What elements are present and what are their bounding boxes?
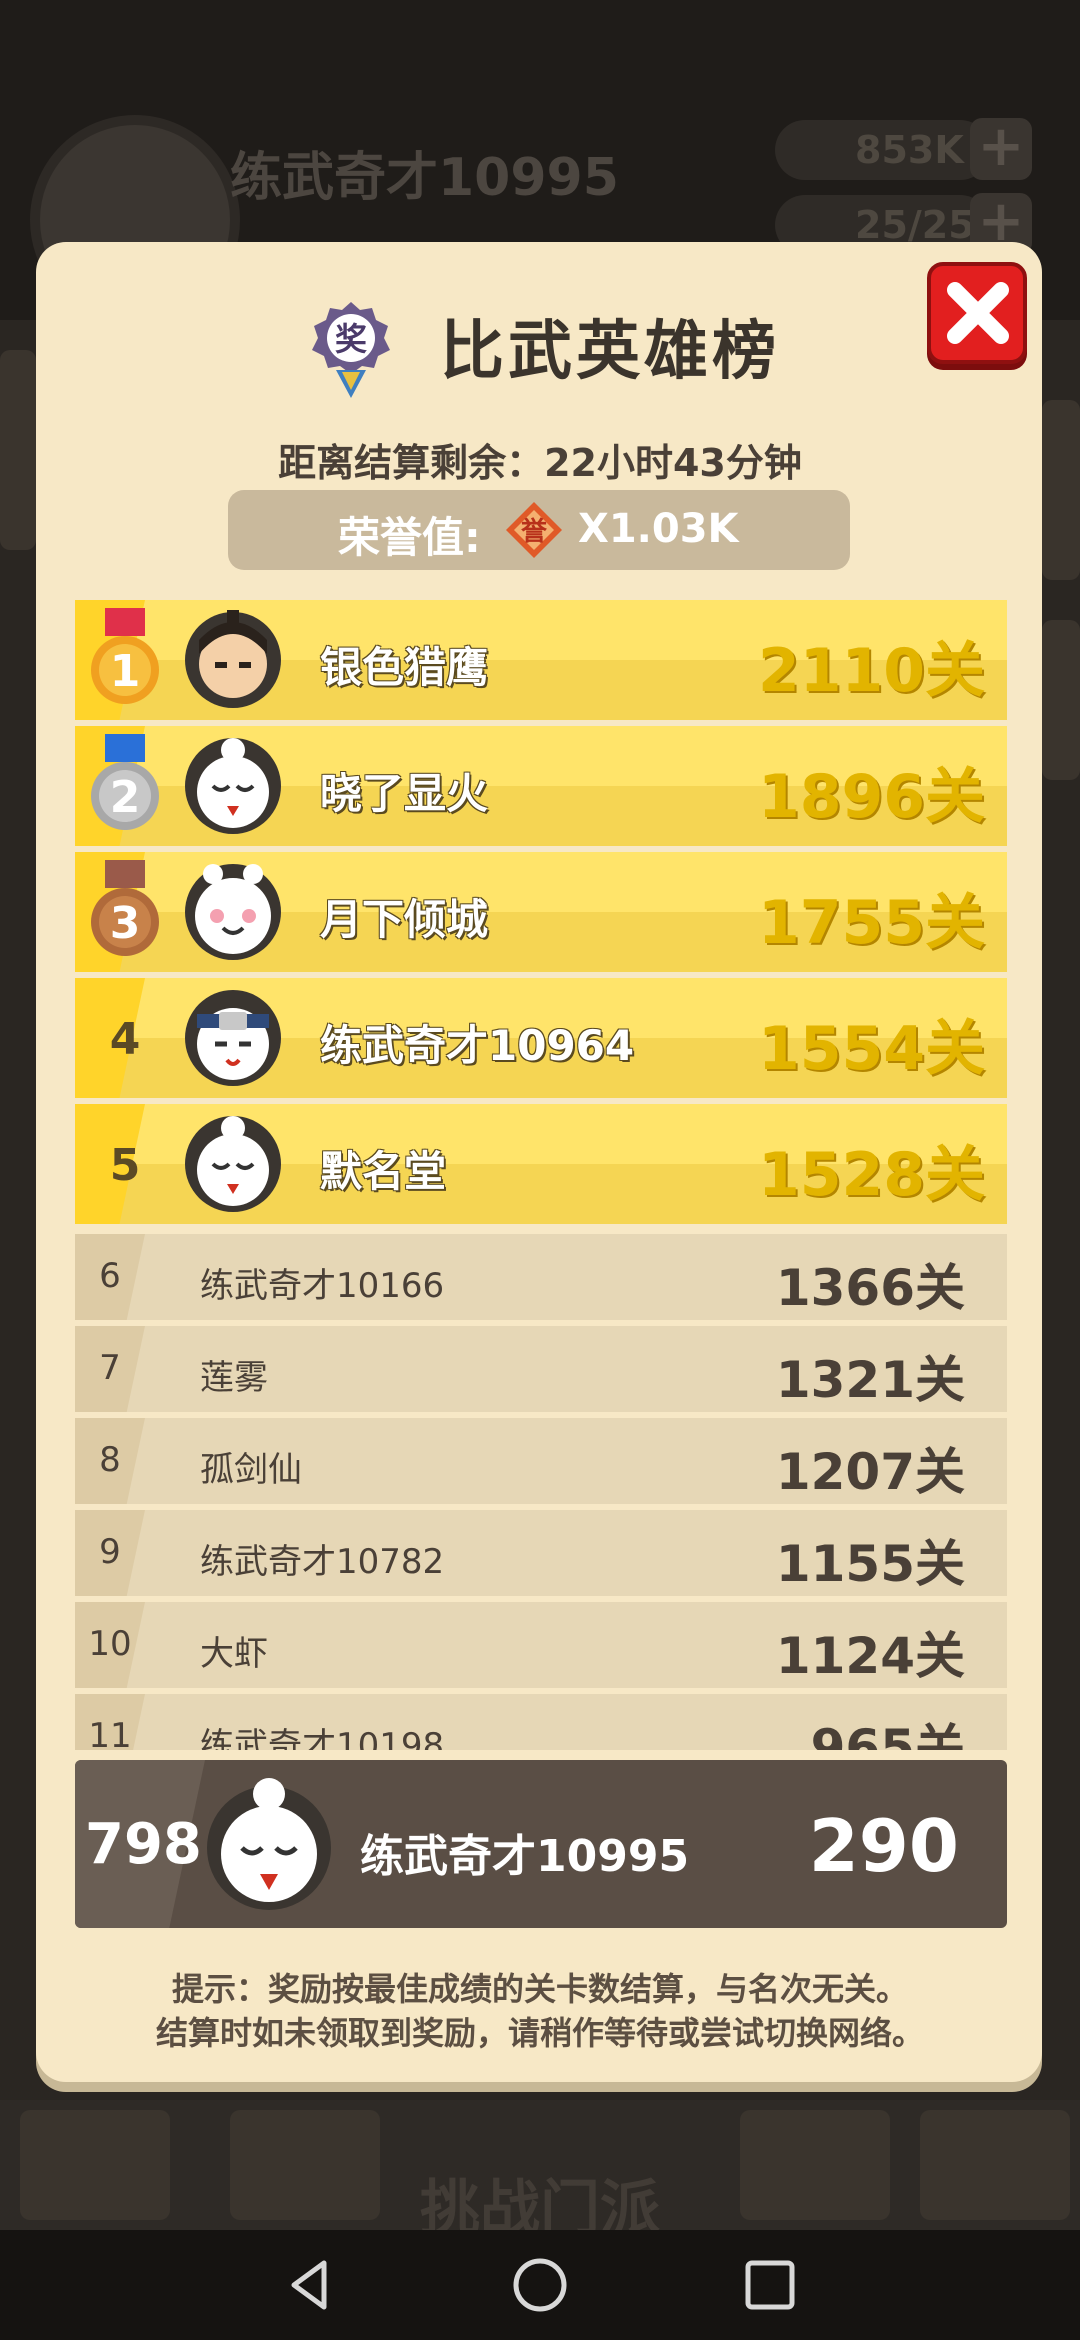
player-name: 练武奇才10166 xyxy=(200,1266,445,1306)
add-coins-button[interactable]: + xyxy=(970,118,1032,180)
player-avatar-icon xyxy=(185,864,281,960)
task-tab[interactable] xyxy=(20,2110,170,2220)
rank-number: 9 xyxy=(99,1532,121,1572)
player-score: 1896关 xyxy=(758,762,985,832)
player-score: 1366关 xyxy=(775,1259,965,1317)
player-score: 1155关 xyxy=(775,1535,965,1593)
rank-number: 4 xyxy=(109,1014,141,1065)
coins-value: 853K xyxy=(855,128,964,172)
player-avatar-icon xyxy=(185,738,281,834)
leaderboard-row-2[interactable]: 2 晓了显火 1896关 xyxy=(75,726,1007,846)
leaderboard-row-1[interactable]: 1 银色猎鹰 2110关 xyxy=(75,600,1007,720)
my-rank-number: 798 xyxy=(85,1812,202,1877)
player-name: 莲雾 xyxy=(200,1358,268,1398)
award-badge-icon: 奖 xyxy=(312,302,390,398)
rank-number: 7 xyxy=(99,1348,121,1388)
leaderboard-row-10[interactable]: 10 大虾 1124关 xyxy=(75,1602,1007,1688)
hero-tab[interactable] xyxy=(740,2110,890,2220)
rank-number: 5 xyxy=(109,1140,141,1191)
close-icon xyxy=(947,282,1009,344)
dialog-title: 比武英雄榜 xyxy=(440,315,780,389)
coins-counter: 853K xyxy=(775,120,990,180)
rank-number: 11 xyxy=(88,1716,132,1750)
rank-number: 1 xyxy=(109,646,141,697)
leaderboard-row-6[interactable]: 6 练武奇才10166 1366关 xyxy=(75,1234,1007,1320)
player-score: 1124关 xyxy=(775,1627,965,1685)
leaderboard-row-3[interactable]: 3 月下倾城 1755关 xyxy=(75,852,1007,972)
player-avatar-icon xyxy=(185,990,281,1086)
player-score: 1207关 xyxy=(775,1443,965,1501)
honor-label: 荣誉值: xyxy=(338,513,481,562)
rank-number: 6 xyxy=(99,1256,121,1296)
honor-value-bar: 荣誉值: 誉 X1.03K xyxy=(228,490,850,570)
player-name: 银色猎鹰 xyxy=(320,643,489,692)
player-avatar-icon xyxy=(185,1116,281,1212)
badge-glyph: 奖 xyxy=(335,320,367,358)
leaderboard-list[interactable]: 1 银色猎鹰 2110关 2 晓了显火 1896关 3 月下倾城 1755关 4… xyxy=(75,600,1007,1750)
side-panel-right-2 xyxy=(1042,620,1080,780)
player-name: 练武奇才10782 xyxy=(200,1542,445,1582)
leaderboard-row-7[interactable]: 7 莲雾 1321关 xyxy=(75,1326,1007,1412)
player-name: 孤剑仙 xyxy=(200,1450,302,1490)
player-score: 1554关 xyxy=(758,1014,985,1084)
recents-nav-icon[interactable] xyxy=(740,2255,800,2315)
rank-number: 10 xyxy=(88,1624,132,1664)
player-score: 1321关 xyxy=(775,1351,965,1409)
player-score: 1755关 xyxy=(758,888,985,958)
home-nav-icon[interactable] xyxy=(510,2255,570,2315)
player-name: 大虾 xyxy=(200,1634,268,1674)
my-name: 练武奇才10995 xyxy=(360,1831,690,1882)
rank-number: 3 xyxy=(109,898,141,949)
settlement-countdown: 距离结算剩余：22小时43分钟 xyxy=(278,441,802,485)
player-name: 月下倾城 xyxy=(320,895,489,944)
honor-value: X1.03K xyxy=(578,506,739,552)
my-rank-bar: 798 练武奇才10995 290 xyxy=(75,1760,1007,1928)
player-score: 965关 xyxy=(810,1719,965,1750)
honor-icon-glyph: 誉 xyxy=(521,517,548,547)
system-nav-bar xyxy=(0,2230,1080,2340)
close-button[interactable] xyxy=(927,262,1027,364)
player-name: 练武奇才10995 xyxy=(230,148,619,208)
player-score: 2110关 xyxy=(758,636,985,706)
player-name: 练武奇才10964 xyxy=(320,1021,635,1070)
energy-value: 25/25 xyxy=(855,203,975,247)
leaderboard-row-5[interactable]: 5 默名堂 1528关 xyxy=(75,1104,1007,1224)
player-name: 晓了显火 xyxy=(320,769,489,818)
honor-icon: 誉 xyxy=(506,502,562,558)
my-score: 290 xyxy=(808,1804,959,1888)
hint-line-1: 提示：奖励按最佳成绩的关卡数结算，与名次无关。 xyxy=(171,1970,908,2008)
leaderboard-row-8[interactable]: 8 孤剑仙 1207关 xyxy=(75,1418,1007,1504)
player-avatar-icon xyxy=(185,610,281,708)
rank-number: 2 xyxy=(109,772,141,823)
leaderboard-row-9[interactable]: 9 练武奇才10782 1155关 xyxy=(75,1510,1007,1596)
player-score: 1528关 xyxy=(758,1140,985,1210)
training-tab[interactable] xyxy=(230,2110,380,2220)
rank-number: 8 xyxy=(99,1440,121,1480)
my-avatar-icon xyxy=(207,1778,331,1910)
player-name: 练武奇才10198 xyxy=(200,1726,445,1750)
leaderboard-row-4[interactable]: 4 练武奇才10964 1554关 xyxy=(75,978,1007,1098)
collect-tab[interactable] xyxy=(920,2110,1070,2220)
hint-line-2: 结算时如未领取到奖励，请稍作等待或尝试切换网络。 xyxy=(155,2014,924,2052)
back-nav-icon[interactable] xyxy=(280,2255,340,2315)
player-name: 默名堂 xyxy=(320,1147,447,1196)
side-panel-right xyxy=(1042,400,1080,580)
leaderboard-row-11[interactable]: 11 练武奇才10198 965关 xyxy=(75,1694,1007,1750)
